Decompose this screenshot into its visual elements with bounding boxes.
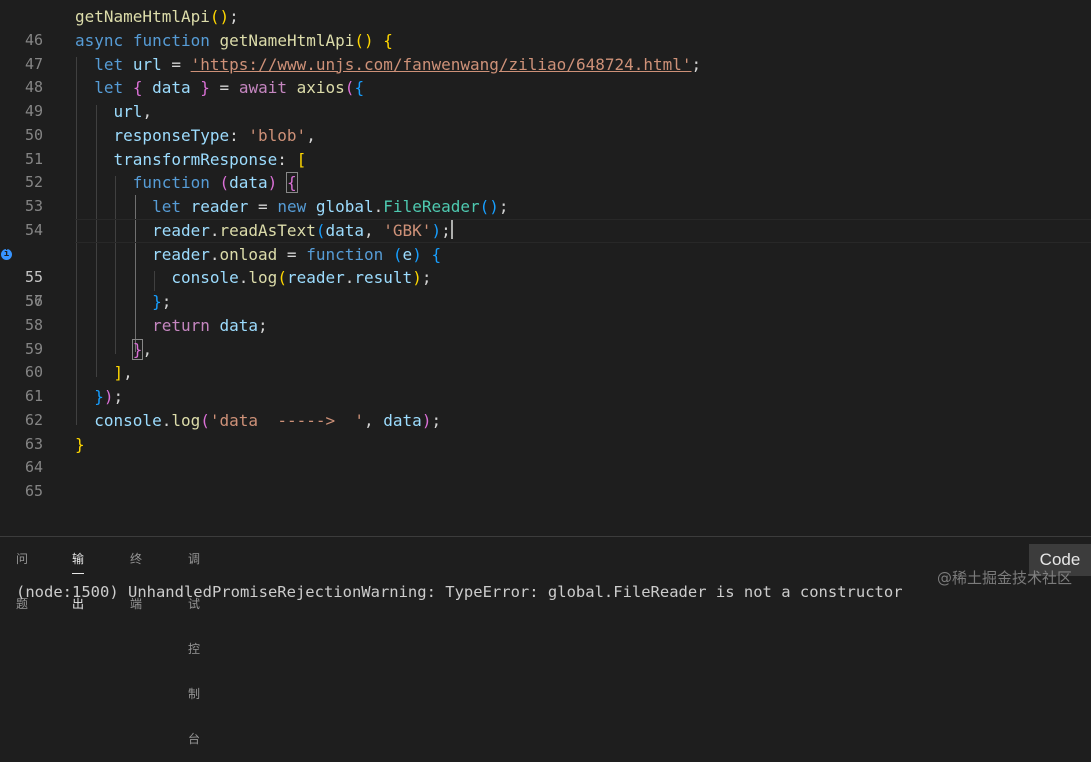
code-line-48[interactable]: 48 let url = 'https://www.unjs.com/fanwe…	[0, 53, 1091, 97]
code-line-47[interactable]: 47 async function getNameHtmlApi() {	[0, 29, 1091, 73]
bottom-panel: 问题 输出 终端 调试控制台 Code (node:1500) Unhandle…	[0, 536, 1091, 746]
code-line-52[interactable]: 52 transformResponse: [	[0, 148, 1091, 192]
code-line-51[interactable]: 51 responseType: 'blob',	[0, 124, 1091, 168]
code-content: reader.readAsText(data, 'GBK');	[152, 219, 453, 240]
code-editor[interactable]: 46 getNameHtmlApi(); 47 async function g…	[0, 0, 1091, 536]
code-content: getNameHtmlApi();	[75, 7, 239, 26]
output-line: (node:1500) UnhandledPromiseRejectionWar…	[16, 583, 903, 601]
code-content: return data;	[152, 315, 268, 335]
code-content: console.log(reader.result);	[171, 268, 432, 288]
code-line-56[interactable]: i 56 reader.onload = function (e) {	[0, 243, 1091, 310]
code-content: responseType: 'blob',	[113, 125, 316, 145]
tab-problems[interactable]: 问题	[16, 537, 28, 611]
code-content: reader.onload = function (e) {	[152, 244, 442, 264]
code-content: },	[131, 338, 153, 360]
code-content: transformResponse: [	[113, 149, 307, 169]
code-line-64[interactable]: 64 }	[0, 433, 1091, 477]
code-line-59[interactable]: 59 return data;	[0, 314, 1091, 358]
code-line-50[interactable]: 50 url,	[0, 100, 1091, 144]
code-content: let { data } = await axios({	[94, 78, 365, 98]
tab-debug-console[interactable]: 调试控制台	[188, 537, 200, 746]
info-icon[interactable]: i	[1, 248, 12, 260]
code-line-55-current[interactable]: 55 reader.readAsText(data, 'GBK');	[0, 218, 1091, 286]
code-content: }	[75, 434, 85, 454]
code-content: let reader = new global.FileReader();	[152, 197, 509, 216]
code-line-58[interactable]: 58 };	[0, 290, 1091, 334]
url-link: 'https://www.unjs.com/fanwenwang/ziliao/…	[190, 54, 692, 74]
watermark: @稀土掘金技术社区	[936, 569, 1072, 587]
code-content: function (data) {	[132, 172, 298, 194]
code-line-65[interactable]: 65	[0, 456, 1091, 500]
code-line-61[interactable]: 61 ],	[0, 361, 1091, 405]
code-line-49[interactable]: 49 let { data } = await axios({	[0, 76, 1091, 120]
code-content: console.log('data -----> ', data);	[94, 410, 442, 430]
code-line-60[interactable]: 60 },	[0, 338, 1091, 381]
code-content: };	[152, 292, 172, 311]
code-content: url,	[113, 102, 153, 121]
line-number: 65	[24, 482, 43, 500]
code-line-57[interactable]: 57 console.log(reader.result);	[0, 266, 1091, 310]
code-line-62[interactable]: 62 });	[0, 385, 1091, 429]
code-line-63[interactable]: 63 console.log('data -----> ', data);	[0, 409, 1091, 453]
code-content: let url = 'https://www.unjs.com/fanwenwa…	[94, 54, 702, 74]
tab-output[interactable]: 输出	[72, 537, 85, 611]
code-content: async function getNameHtmlApi() {	[75, 30, 393, 50]
code-line-46[interactable]: 46 getNameHtmlApi();	[0, 5, 1091, 49]
code-content: ],	[113, 363, 133, 383]
code-line-54[interactable]: 54 let reader = new global.FileReader();	[0, 195, 1091, 239]
text-cursor	[450, 219, 453, 239]
code-line-53[interactable]: 53 function (data) {	[0, 171, 1091, 215]
tab-terminal[interactable]: 终端	[130, 537, 142, 611]
code-content: });	[94, 387, 124, 406]
